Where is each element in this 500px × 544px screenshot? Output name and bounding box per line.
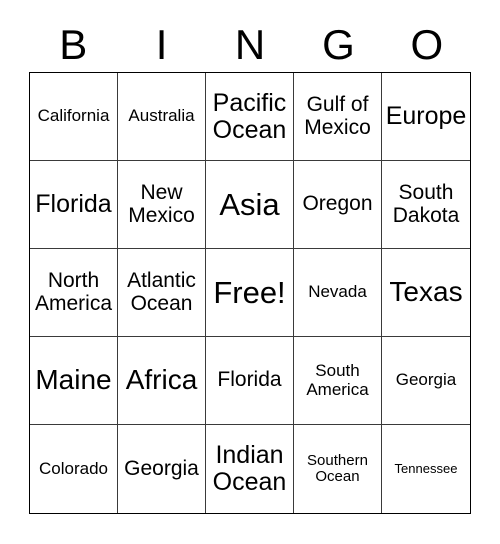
bingo-cell-label: Africa <box>125 364 198 396</box>
bingo-cell-label: South America <box>306 361 369 399</box>
bingo-cell-r3c2[interactable]: Atlantic Ocean <box>118 249 206 337</box>
bingo-header-letter-n: N <box>234 21 266 68</box>
bingo-cell-label: Indian Ocean <box>212 441 287 496</box>
bingo-header-letter-o: O <box>410 21 444 68</box>
bingo-cell-r1c3[interactable]: Pacific Ocean <box>206 73 294 161</box>
bingo-cell-r3c5[interactable]: Texas <box>382 249 470 337</box>
bingo-cell-r2c1[interactable]: Florida <box>30 161 118 249</box>
bingo-cell-r1c5[interactable]: Europe <box>382 73 470 161</box>
bingo-cell-label: New Mexico <box>128 180 195 227</box>
bingo-cell-label: Oregon <box>302 192 373 216</box>
bingo-cell-r5c4[interactable]: Southern Ocean <box>294 425 382 513</box>
bingo-cell-label: Colorado <box>39 458 108 478</box>
bingo-cell-label: Australia <box>128 106 195 126</box>
bingo-cell-r2c2[interactable]: New Mexico <box>118 161 206 249</box>
bingo-header-letter-g: G <box>322 21 355 68</box>
bingo-cell-r5c3[interactable]: Indian Ocean <box>206 425 294 513</box>
bingo-cell-label: Nevada <box>308 282 367 302</box>
bingo-header: B I N G O <box>29 18 471 72</box>
bingo-cell-r4c3[interactable]: Florida <box>206 337 294 425</box>
bingo-free-space-label: Free! <box>213 274 286 310</box>
bingo-cell-label: Georgia <box>395 370 457 390</box>
bingo-cell-label: Texas <box>389 276 463 308</box>
bingo-cell-label: Florida <box>217 368 282 392</box>
bingo-cell-r3c1[interactable]: North America <box>30 249 118 337</box>
bingo-cell-label: Tennessee <box>394 460 458 476</box>
bingo-cell-r4c4[interactable]: South America <box>294 337 382 425</box>
bingo-cell-free-space[interactable]: Free! <box>206 249 294 337</box>
bingo-cell-r3c4[interactable]: Nevada <box>294 249 382 337</box>
bingo-grid: California Australia Pacific Ocean Gulf … <box>29 72 471 514</box>
bingo-cell-r5c2[interactable]: Georgia <box>118 425 206 513</box>
bingo-cell-r4c1[interactable]: Maine <box>30 337 118 425</box>
bingo-cell-label: Georgia <box>124 456 199 480</box>
bingo-cell-r1c2[interactable]: Australia <box>118 73 206 161</box>
bingo-cell-label: California <box>37 106 110 126</box>
bingo-header-letter-b: B <box>59 21 88 68</box>
bingo-cell-r5c5[interactable]: Tennessee <box>382 425 470 513</box>
bingo-cell-r5c1[interactable]: Colorado <box>30 425 118 513</box>
bingo-cell-r2c4[interactable]: Oregon <box>294 161 382 249</box>
bingo-header-letter-i: I <box>155 21 168 68</box>
bingo-cell-r1c1[interactable]: California <box>30 73 118 161</box>
bingo-card: B I N G O California Australia Pacific O… <box>0 0 500 544</box>
bingo-cell-r1c4[interactable]: Gulf of Mexico <box>294 73 382 161</box>
bingo-cell-r4c5[interactable]: Georgia <box>382 337 470 425</box>
bingo-cell-label: Florida <box>35 190 112 218</box>
bingo-cell-r2c3[interactable]: Asia <box>206 161 294 249</box>
bingo-cell-label: Gulf of Mexico <box>304 92 371 139</box>
bingo-cell-label: South Dakota <box>392 180 460 227</box>
bingo-cell-label: Southern Ocean <box>307 451 368 485</box>
bingo-cell-label: North America <box>34 268 113 315</box>
bingo-cell-label: Atlantic Ocean <box>127 268 196 315</box>
bingo-cell-label: Europe <box>385 102 467 130</box>
bingo-cell-label: Asia <box>219 186 280 222</box>
bingo-cell-r2c5[interactable]: South Dakota <box>382 161 470 249</box>
bingo-cell-label: Maine <box>35 364 112 396</box>
bingo-cell-label: Pacific Ocean <box>212 88 287 144</box>
bingo-cell-r4c2[interactable]: Africa <box>118 337 206 425</box>
